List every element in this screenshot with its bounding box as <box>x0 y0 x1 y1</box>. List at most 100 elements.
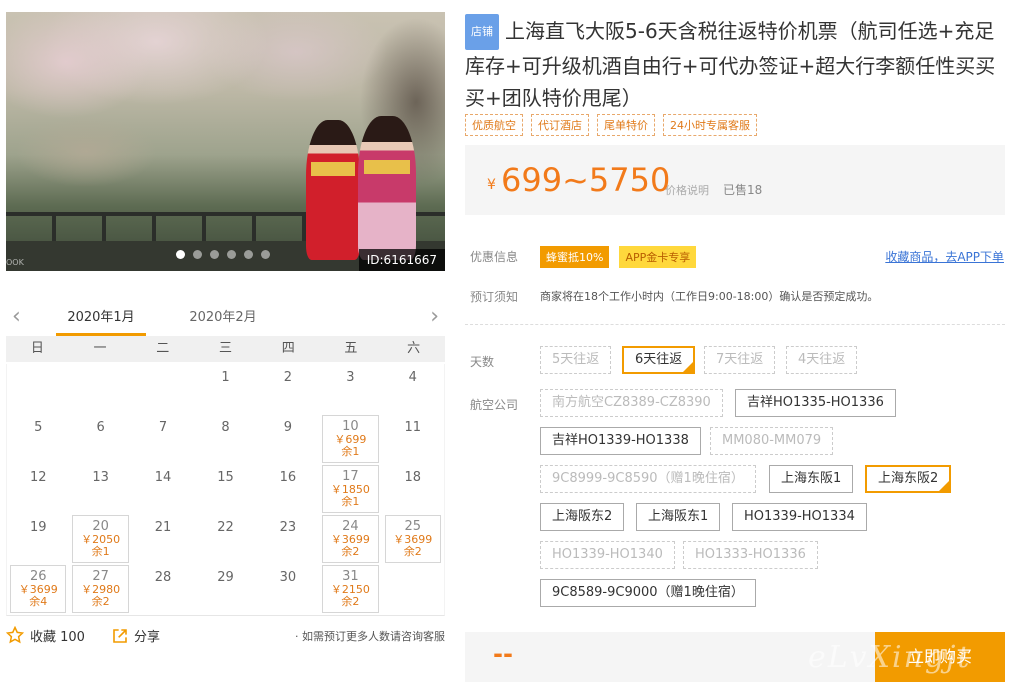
calendar-day: 15 <box>194 464 256 514</box>
star-icon <box>6 626 24 644</box>
day-stock: 余2 <box>341 545 360 558</box>
airline-option[interactable]: 上海东阪2 <box>865 465 952 493</box>
day-number: 22 <box>217 520 234 535</box>
calendar-weekdays: 日 一 二 三 四 五 六 <box>6 336 445 362</box>
day-number: 4 <box>408 370 417 385</box>
share-icon <box>113 629 127 643</box>
product-title-block: 店铺 上海直飞大阪5-6天含税往返特价机票（航司任选+充足库存+可升级机酒自由行+… <box>465 14 1005 114</box>
photo-obi <box>364 160 410 174</box>
app-order-link[interactable]: 收藏商品，去APP下单 <box>885 248 1004 265</box>
product-title: 上海直飞大阪5-6天含税往返特价机票（航司任选+充足库存+可升级机酒自由行+可代… <box>465 19 996 110</box>
airline-option[interactable]: 9C8589-9C9000（赠1晚住宿） <box>540 579 756 607</box>
day-number: 6 <box>96 420 105 435</box>
weekday-label: 三 <box>218 341 232 356</box>
calendar-day-available[interactable]: 10 ￥699 余1 <box>322 415 379 463</box>
calendar-day: 8 <box>194 414 256 464</box>
calendar-day-available[interactable]: 20 ￥2050 余1 <box>72 515 129 563</box>
day-number: 31 <box>342 569 359 584</box>
weekday-label: 一 <box>93 341 107 356</box>
day-number: 14 <box>154 470 172 485</box>
weekday-label: 二 <box>156 341 170 356</box>
carousel-dot[interactable] <box>261 250 270 259</box>
tab-month-jan[interactable]: 2020年1月 <box>56 306 146 336</box>
calendar-day-available[interactable]: 25 ￥3699 余2 <box>384 515 441 563</box>
calendar-day <box>132 364 194 414</box>
day-number: 27 <box>92 569 109 584</box>
calendar-day: 16 <box>257 464 319 514</box>
airline-option: 南方航空CZ8389-CZ8390 <box>540 389 723 417</box>
day-number: 24 <box>342 519 359 534</box>
calendar-day: 22 <box>194 514 256 564</box>
days-option: 7天往返 <box>704 346 776 374</box>
days-option[interactable]: 6天往返 <box>622 346 696 374</box>
day-number: 21 <box>154 520 172 535</box>
price-explain-link[interactable]: 价格说明 <box>665 182 709 198</box>
calendar-day <box>69 364 131 414</box>
carousel-dot[interactable] <box>227 250 236 259</box>
calendar-day: 9 <box>257 414 319 464</box>
calendar-day <box>382 564 444 614</box>
tab-month-feb[interactable]: 2020年2月 <box>178 306 268 333</box>
calendar-day: 6 <box>69 414 131 464</box>
airline-option[interactable]: 吉祥HO1335-HO1336 <box>735 389 896 417</box>
share-button[interactable]: 分享 <box>112 626 160 645</box>
calendar-day-available[interactable]: 17 ￥1850 余1 <box>322 465 379 513</box>
product-photo[interactable]: OOK ID:6161667 <box>6 12 445 271</box>
weekday-label: 六 <box>407 341 421 356</box>
photo-id-label: ID:6161667 <box>358 249 445 271</box>
weekday-label: 四 <box>281 341 295 356</box>
day-number: 23 <box>279 520 297 535</box>
day-number: 10 <box>342 419 359 434</box>
sold-count: 已售18 <box>723 183 763 197</box>
day-number: 17 <box>342 469 359 484</box>
carousel-dot[interactable] <box>176 250 185 259</box>
airline-option: HO1333-HO1336 <box>683 541 818 569</box>
day-number: 26 <box>29 569 47 584</box>
day-number: 15 <box>217 470 234 485</box>
airline-option[interactable]: 上海阪东1 <box>636 503 721 531</box>
airline-option[interactable]: 上海阪东2 <box>540 503 625 531</box>
calendar-day: 2 <box>257 364 319 414</box>
divider <box>465 324 1005 325</box>
product-tag: 代订酒店 <box>531 114 589 136</box>
day-number: 18 <box>404 470 422 485</box>
airline-option: MM080-MM079 <box>710 427 834 455</box>
promo-badge-app-gold: APP金卡专享 <box>619 246 697 268</box>
calendar-day: 4 <box>382 364 444 414</box>
carousel-dot[interactable] <box>193 250 202 259</box>
carousel-dot[interactable] <box>210 250 219 259</box>
day-number: 12 <box>29 470 47 485</box>
carousel-dot[interactable] <box>244 250 253 259</box>
prev-month-arrow-icon[interactable]: ‹ <box>12 304 21 329</box>
calendar-footer: 收藏 100 分享 · 如需预订更多人数请咨询客服 <box>6 624 445 648</box>
day-stock: 余2 <box>403 545 422 558</box>
airline-option: HO1339-HO1340 <box>540 541 675 569</box>
days-label: 天数 <box>470 355 495 369</box>
booking-label: 预订须知 <box>470 290 519 304</box>
photo-obi <box>311 162 355 176</box>
airline-option[interactable]: HO1339-HO1334 <box>732 503 867 531</box>
weekday-label: 五 <box>344 341 358 356</box>
calendar-day-available[interactable]: 26 ￥3699 余4 <box>10 565 67 613</box>
next-month-arrow-icon[interactable]: › <box>430 304 439 329</box>
product-tag: 优质航空 <box>465 114 523 136</box>
shop-badge[interactable]: 店铺 <box>465 14 499 50</box>
carousel-dots <box>176 250 270 259</box>
calendar-day-available[interactable]: 24 ￥3699 余2 <box>322 515 379 563</box>
calendar-day: 7 <box>132 414 194 464</box>
calendar-day: 5 <box>7 414 69 464</box>
day-number: 9 <box>283 420 293 435</box>
airline-option[interactable]: 吉祥HO1339-HO1338 <box>540 427 701 455</box>
favorite-button[interactable]: 收藏 100 <box>6 626 85 645</box>
share-label: 分享 <box>134 630 161 645</box>
weekday-label: 日 <box>30 341 44 356</box>
photo-person-pink-kimono <box>358 116 416 260</box>
calendar-day: 28 <box>132 564 194 614</box>
day-number: 28 <box>154 570 172 585</box>
day-number: 16 <box>279 470 297 485</box>
day-stock: 余1 <box>341 495 360 508</box>
calendar-day-available[interactable]: 27 ￥2980 余2 <box>72 565 129 613</box>
airline-option[interactable]: 上海东阪1 <box>769 465 854 493</box>
calendar-day-available[interactable]: 31 ￥2150 余2 <box>322 565 379 613</box>
booking-notice: 商家将在18个工作小时内（工作日9:00-18:00）确认是否预定成功。 <box>540 290 879 303</box>
